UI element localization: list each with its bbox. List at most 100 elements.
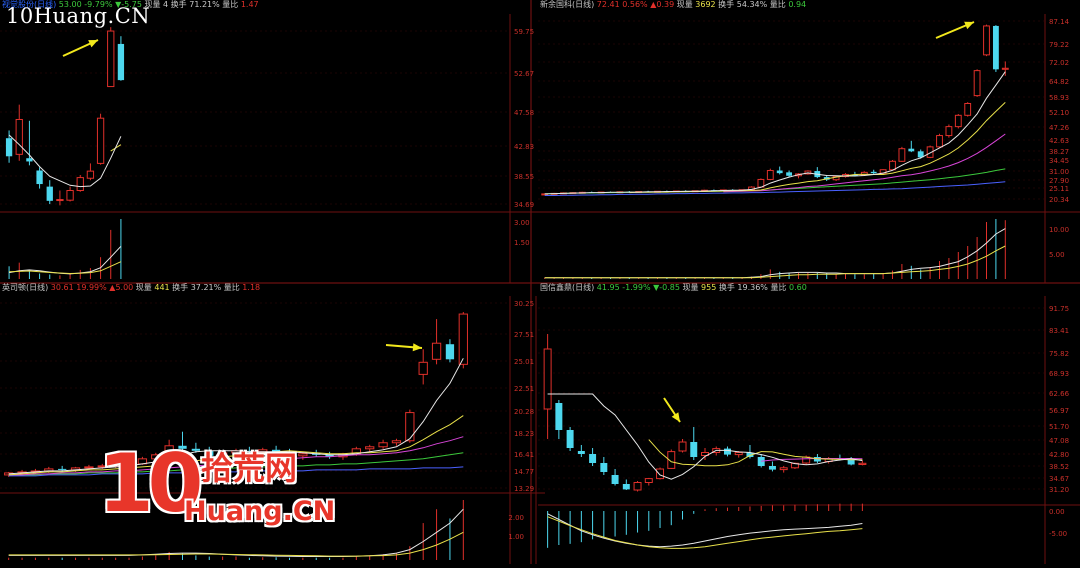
candle-body-up bbox=[954, 114, 962, 128]
info-item: 换手 bbox=[170, 282, 189, 292]
y-tick-label: 64.82 bbox=[1049, 78, 1069, 86]
panel-bottom-right: 国信鑫鼎(日线) 41.95 -1.99% ▼-0.85 现量 955 换手 1… bbox=[508, 282, 1080, 564]
ma5-line bbox=[544, 71, 1006, 195]
info-item: 41.95 bbox=[594, 283, 619, 292]
candle-body-up bbox=[633, 482, 642, 491]
info-item: 现量 bbox=[133, 283, 152, 292]
y-tick-label: 91.75 bbox=[1049, 305, 1069, 313]
site-logo: 10 拾荒网 Huang.CN bbox=[98, 444, 348, 536]
y-tick-label: 51.70 bbox=[1049, 423, 1069, 431]
info-item: 955 bbox=[699, 283, 717, 292]
series-top-left bbox=[5, 27, 125, 279]
y-tick-label: 59.75 bbox=[514, 28, 534, 36]
y-tick-label: 47.58 bbox=[514, 109, 534, 117]
y-tick-label: 34.69 bbox=[514, 201, 534, 209]
info-item: 量比 bbox=[220, 0, 239, 9]
candle-body-up bbox=[84, 466, 94, 469]
candle-body-up bbox=[973, 70, 981, 97]
candle-body-down bbox=[908, 148, 915, 152]
info-item: ▲0.39 bbox=[648, 0, 675, 9]
info-item: 71.21% bbox=[187, 0, 220, 9]
candle-body-down bbox=[36, 170, 43, 185]
info-item: ▼-0.85 bbox=[651, 283, 680, 292]
y-tick-label: 56.97 bbox=[1049, 407, 1069, 415]
panel-top-left: 视觉股份(日线) 53.00 -9.79% ▼-5.75 现量 4 换手 71.… bbox=[0, 0, 545, 283]
y-tick-label: 58.93 bbox=[1049, 94, 1069, 102]
candle-body-down bbox=[555, 403, 563, 430]
info-item: 换手 bbox=[716, 0, 735, 9]
vol-ma10-line bbox=[547, 516, 863, 549]
series-top-right bbox=[541, 24, 1009, 279]
y-tick-label: 38.55 bbox=[514, 173, 534, 181]
y-tick-label: 30.25 bbox=[514, 300, 534, 308]
candle-body-up bbox=[458, 313, 468, 365]
candle-body-down bbox=[690, 442, 698, 457]
y-tick-label: 42.80 bbox=[1049, 451, 1069, 459]
candle-body-down bbox=[589, 454, 597, 463]
y-tick-label: 22.51 bbox=[514, 385, 534, 393]
y-tick-label: 14.77 bbox=[514, 468, 534, 476]
info-item: 19.36% bbox=[735, 283, 768, 292]
candle-body-up bbox=[734, 452, 743, 456]
y-tick-label: 25.01 bbox=[514, 358, 534, 366]
vol-tick-label: 3.00 bbox=[514, 219, 530, 227]
candle-body-up bbox=[898, 148, 906, 162]
candle-body-down bbox=[776, 170, 783, 174]
vol-ma10-line bbox=[544, 245, 1006, 279]
y-tick-label: 27.90 bbox=[1049, 177, 1069, 185]
candle-body-up bbox=[858, 462, 867, 465]
y-tick-label: 42.83 bbox=[514, 143, 534, 151]
info-item: 3692 bbox=[693, 0, 716, 9]
candle-body-up bbox=[365, 446, 375, 450]
y-tick-label: 52.10 bbox=[1049, 109, 1069, 117]
info-item: 0.60 bbox=[786, 283, 806, 292]
ma120-line bbox=[544, 181, 1006, 196]
candle-body-down bbox=[46, 186, 53, 201]
logo-english-text: Huang.CN bbox=[184, 496, 336, 527]
info-item: 1.18 bbox=[240, 283, 260, 292]
y-tick-label: 16.41 bbox=[514, 451, 534, 459]
vol-ma5-line bbox=[547, 513, 863, 548]
info-item: 国信鑫鼎(日线) bbox=[540, 282, 594, 292]
info-line: 国信鑫鼎(日线) 41.95 -1.99% ▼-0.85 现量 955 换手 1… bbox=[540, 282, 807, 292]
y-tick-label: 62.66 bbox=[1049, 390, 1070, 398]
candle-body-down bbox=[622, 484, 630, 490]
candle-body-down bbox=[566, 430, 574, 448]
y-tick-label: 25.11 bbox=[1049, 185, 1069, 193]
info-item: 19.99% bbox=[74, 283, 107, 292]
watermark-top: 10Huang.CN bbox=[6, 4, 151, 28]
candle-body-up bbox=[1001, 67, 1009, 70]
candle-body-up bbox=[945, 126, 953, 137]
candle-body-up bbox=[543, 348, 552, 410]
info-item: 现量 bbox=[680, 283, 699, 292]
candle-body-up bbox=[964, 102, 972, 116]
y-tick-label: 47.26 bbox=[1049, 124, 1070, 132]
ma20-line bbox=[723, 133, 1006, 193]
y-tick-label: 34.67 bbox=[1049, 475, 1069, 483]
candle-body-down bbox=[723, 448, 731, 455]
y-tick-label: 79.22 bbox=[1049, 41, 1069, 49]
logo-big-number: 10 bbox=[98, 437, 203, 530]
info-item: 0.94 bbox=[786, 0, 806, 9]
candle-body-up bbox=[96, 117, 105, 164]
info-item: 30.61 bbox=[48, 283, 73, 292]
y-tick-label: 27.51 bbox=[514, 331, 534, 339]
arrow-bottom-right-head bbox=[671, 412, 680, 422]
vol-tick-label: 10.00 bbox=[1049, 226, 1069, 234]
info-item: 4 bbox=[161, 0, 169, 9]
candle-body-up bbox=[779, 467, 788, 471]
candle-body-up bbox=[766, 170, 774, 180]
y-tick-label: 87.14 bbox=[1049, 18, 1070, 26]
info-item: 量比 bbox=[768, 282, 787, 292]
candle-body-up bbox=[391, 440, 402, 444]
info-item: 72.41 bbox=[594, 0, 619, 9]
y-tick-label: 38.52 bbox=[1049, 463, 1069, 471]
candle-body-up bbox=[378, 442, 388, 448]
arrow-bottom-left-head bbox=[412, 343, 422, 352]
y-tick-label: 34.45 bbox=[1049, 157, 1069, 165]
candle-body-down bbox=[768, 466, 776, 470]
y-tick-label: 52.67 bbox=[514, 70, 534, 78]
y-tick-label: 20.34 bbox=[1049, 196, 1070, 204]
left-tick-label: 2.00 bbox=[508, 514, 524, 522]
candle-body-up bbox=[656, 468, 665, 480]
